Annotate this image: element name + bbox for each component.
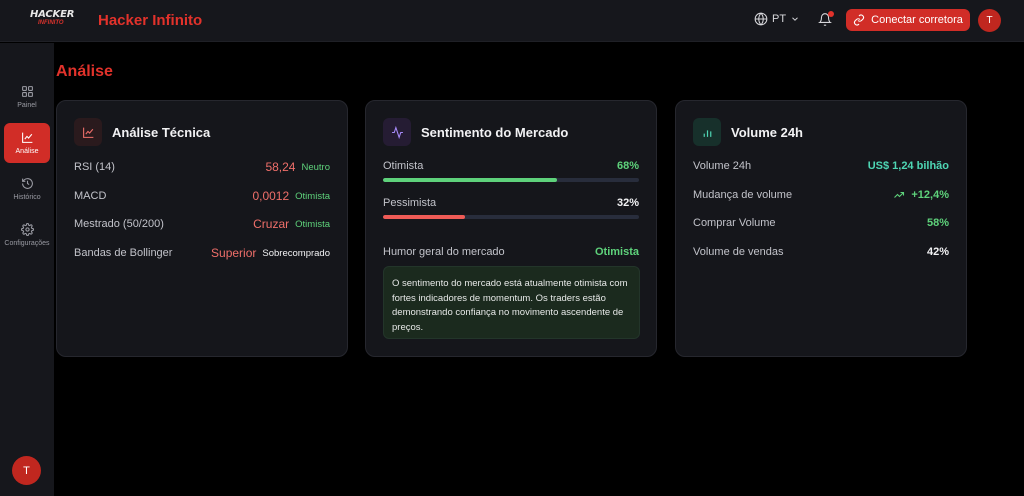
indicator-value: Cruzar (253, 217, 290, 231)
logo-bottom-text: INFINITO (38, 20, 64, 26)
volume-card: Volume 24h Volume 24h US$ 1,24 bilhão Mu… (675, 100, 967, 357)
volume-value: 58% (926, 217, 949, 229)
chevron-down-icon (792, 17, 798, 21)
sidebar-item-label: Histórico (13, 194, 41, 201)
chart-line-icon (82, 127, 93, 138)
volume-value: 42% (926, 246, 949, 258)
volume-label: Comprar Volume (693, 217, 776, 229)
gear-icon (20, 223, 34, 236)
bullish-bar-fill (383, 178, 558, 182)
indicator-value: 58,24 (265, 160, 296, 174)
connect-broker-label: Conectar corretora (871, 14, 963, 26)
volume-label: Volume 24h (693, 160, 752, 172)
indicator-value: 0,0012 (252, 189, 290, 203)
bullish-row: Otimista 68% (383, 160, 639, 172)
link-icon (854, 14, 865, 26)
card-title: Sentimento do Mercado (421, 124, 569, 140)
sidebar-item-label: Painel (17, 102, 37, 109)
connect-broker-button[interactable]: Conectar corretora (846, 9, 970, 31)
volume-value: +12,4% (911, 189, 949, 201)
history-icon (21, 178, 33, 189)
bullish-label: Otimista (383, 160, 424, 172)
indicator-row-macd: MACD 0,0012 Otimista (74, 189, 330, 203)
market-sentiment-card: Sentimento do Mercado Otimista 68% Pessi… (365, 100, 657, 357)
indicator-label: Bandas de Bollinger (74, 247, 173, 259)
card-icon-box (383, 118, 411, 146)
sidebar-item-label: Configurações (4, 240, 50, 247)
sidebar-item-label: Análise (15, 148, 39, 155)
volume-label: Mudança de volume (693, 189, 793, 201)
logo-top-text: HACKER (30, 9, 75, 20)
card-header: Análise Técnica (74, 118, 210, 146)
bearish-value: 32% (616, 197, 639, 209)
card-icon-box (693, 118, 721, 146)
bullish-bar (383, 178, 639, 182)
top-bar: HACKER INFINITO Hacker Infinito PT Conec… (0, 0, 1024, 42)
bearish-bar-fill (383, 215, 465, 219)
volume-row-sell: Volume de vendas 42% (693, 246, 949, 258)
bearish-row: Pessimista 32% (383, 197, 639, 209)
globe-icon (754, 12, 768, 26)
sidebar-user-avatar[interactable]: T (12, 456, 41, 485)
indicator-label: Mestrado (50/200) (74, 218, 164, 230)
indicator-row-ma: Mestrado (50/200) Cruzar Otimista (74, 217, 330, 231)
logo[interactable]: HACKER INFINITO (30, 10, 80, 28)
sidebar-item-painel[interactable]: Painel (4, 77, 50, 117)
indicator-row-rsi: RSI (14) 58,24 Neutro (74, 160, 330, 174)
card-header: Volume 24h (693, 118, 803, 146)
activity-icon (391, 125, 403, 139)
bullish-value: 68% (616, 160, 639, 172)
sentiment-note: O sentimento do mercado está atualmente … (383, 266, 640, 339)
card-header: Sentimento do Mercado (383, 118, 568, 146)
grid-icon (21, 86, 33, 97)
notifications-button[interactable] (818, 11, 834, 28)
page-title: Análise (56, 63, 113, 80)
volume-row-change: Mudança de volume +12,4% (693, 189, 949, 201)
language-selector[interactable]: PT (754, 12, 800, 26)
chart-line-icon (21, 132, 32, 143)
user-avatar[interactable]: T (978, 9, 1001, 32)
trending-up-icon (894, 191, 905, 198)
indicator-label: MACD (74, 190, 107, 202)
volume-value: US$ 1,24 bilhão (867, 160, 949, 172)
sidebar: Painel Análise Histórico Configurações T (0, 43, 54, 496)
bearish-bar (383, 215, 639, 219)
card-title: Volume 24h (731, 124, 804, 140)
sidebar-item-analise[interactable]: Análise (4, 123, 50, 163)
indicator-value: Superior (211, 246, 257, 260)
indicator-tag: Neutro (301, 161, 330, 173)
indicator-tag: Sobrecomprado (262, 247, 330, 259)
mood-label: Humor geral do mercado (383, 246, 505, 258)
indicator-tag: Otimista (295, 190, 330, 202)
bearish-label: Pessimista (383, 197, 437, 209)
notification-dot (828, 11, 834, 17)
volume-label: Volume de vendas (693, 246, 784, 258)
technical-analysis-card: Análise Técnica RSI (14) 58,24 Neutro MA… (56, 100, 348, 357)
mood-row: Humor geral do mercado Otimista (383, 246, 639, 258)
volume-row-24h: Volume 24h US$ 1,24 bilhão (693, 160, 949, 172)
card-icon-box (74, 118, 102, 146)
app-title: Hacker Infinito (98, 12, 203, 29)
bar-chart-icon (703, 129, 711, 137)
language-label: PT (772, 13, 787, 25)
mood-value: Otimista (594, 246, 639, 258)
indicator-tag: Otimista (295, 218, 330, 230)
sidebar-item-configuracoes[interactable]: Configurações (4, 215, 50, 255)
sidebar-item-historico[interactable]: Histórico (4, 169, 50, 209)
indicator-row-bollinger: Bandas de Bollinger Superior Sobrecompra… (74, 246, 330, 260)
card-title: Análise Técnica (112, 124, 211, 140)
indicator-label: RSI (14) (74, 161, 115, 173)
volume-row-buy: Comprar Volume 58% (693, 217, 949, 229)
